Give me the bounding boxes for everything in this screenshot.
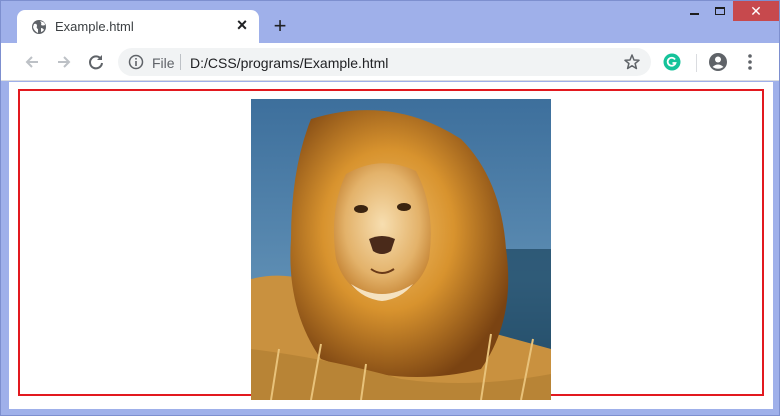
address-bar[interactable]: File D:/CSS/programs/Example.html [118,48,651,76]
browser-toolbar: File D:/CSS/programs/Example.html [1,43,779,81]
plus-icon[interactable]: + [269,15,291,37]
arrow-right-icon[interactable] [54,52,74,72]
scheme-label: File [152,55,175,71]
kebab-menu-icon[interactable] [742,52,758,72]
window-controls: ✕ [681,1,779,23]
account-icon[interactable] [708,52,728,72]
page-viewport [9,82,773,409]
lion-photo [251,99,551,400]
info-icon[interactable] [128,54,144,70]
tab-strip: Example.html × + ✕ [1,1,779,43]
toolbar-divider [696,54,697,72]
reload-icon[interactable] [86,52,106,72]
minimize-icon[interactable] [681,1,707,21]
close-icon[interactable]: ✕ [733,1,779,21]
globe-icon [32,20,46,34]
maximize-icon[interactable] [707,1,733,21]
url-text[interactable]: D:/CSS/programs/Example.html [190,55,388,71]
omnibox-divider [180,54,181,70]
star-icon[interactable] [623,53,641,71]
browser-window: Example.html × + ✕ File D:/CSS/programs/… [0,0,780,416]
grammarly-icon[interactable] [663,53,681,71]
tab-example[interactable]: Example.html × [17,10,259,43]
outlined-container [18,89,764,400]
arrow-left-icon[interactable] [22,52,42,72]
close-icon[interactable]: × [233,16,251,34]
tab-title: Example.html [55,19,134,34]
